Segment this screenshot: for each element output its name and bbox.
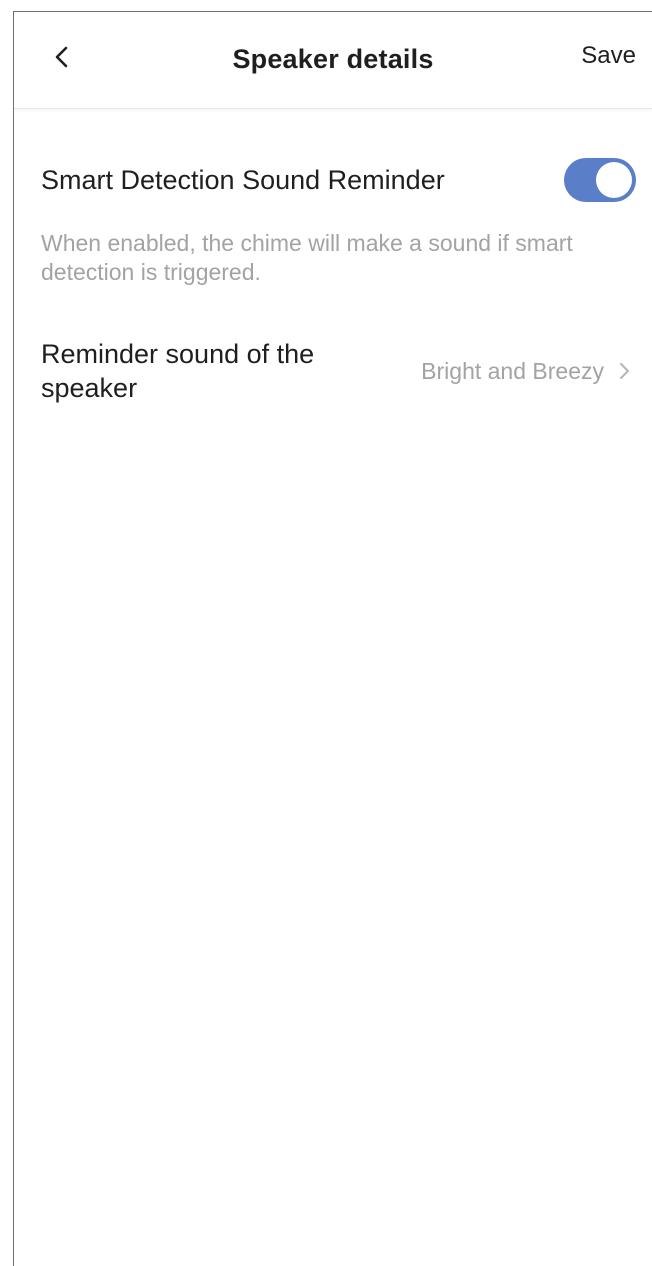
smart-detection-toggle[interactable] bbox=[564, 158, 636, 202]
smart-detection-description: When enabled, the chime will make a soun… bbox=[41, 230, 573, 285]
toggle-knob bbox=[596, 162, 632, 198]
smart-detection-label: Smart Detection Sound Reminder bbox=[41, 164, 445, 195]
reminder-sound-value-wrap: Bright and Breezy bbox=[421, 358, 636, 385]
settings-content: Smart Detection Sound Reminder When enab… bbox=[14, 155, 652, 405]
chevron-left-icon bbox=[55, 46, 68, 68]
reminder-sound-value: Bright and Breezy bbox=[421, 357, 604, 384]
reminder-sound-row[interactable]: Reminder sound of the speaker Bright and… bbox=[41, 337, 636, 405]
smart-detection-row: Smart Detection Sound Reminder bbox=[41, 155, 636, 205]
top-bar: Speaker details Save bbox=[14, 12, 652, 109]
reminder-sound-label: Reminder sound of the speaker bbox=[41, 339, 315, 403]
page-title: Speaker details bbox=[232, 43, 434, 74]
save-button[interactable]: Save bbox=[581, 42, 636, 70]
back-button[interactable] bbox=[44, 39, 80, 75]
chevron-right-icon bbox=[620, 363, 629, 379]
screen: Speaker details Save Smart Detection Sou… bbox=[13, 11, 652, 1266]
